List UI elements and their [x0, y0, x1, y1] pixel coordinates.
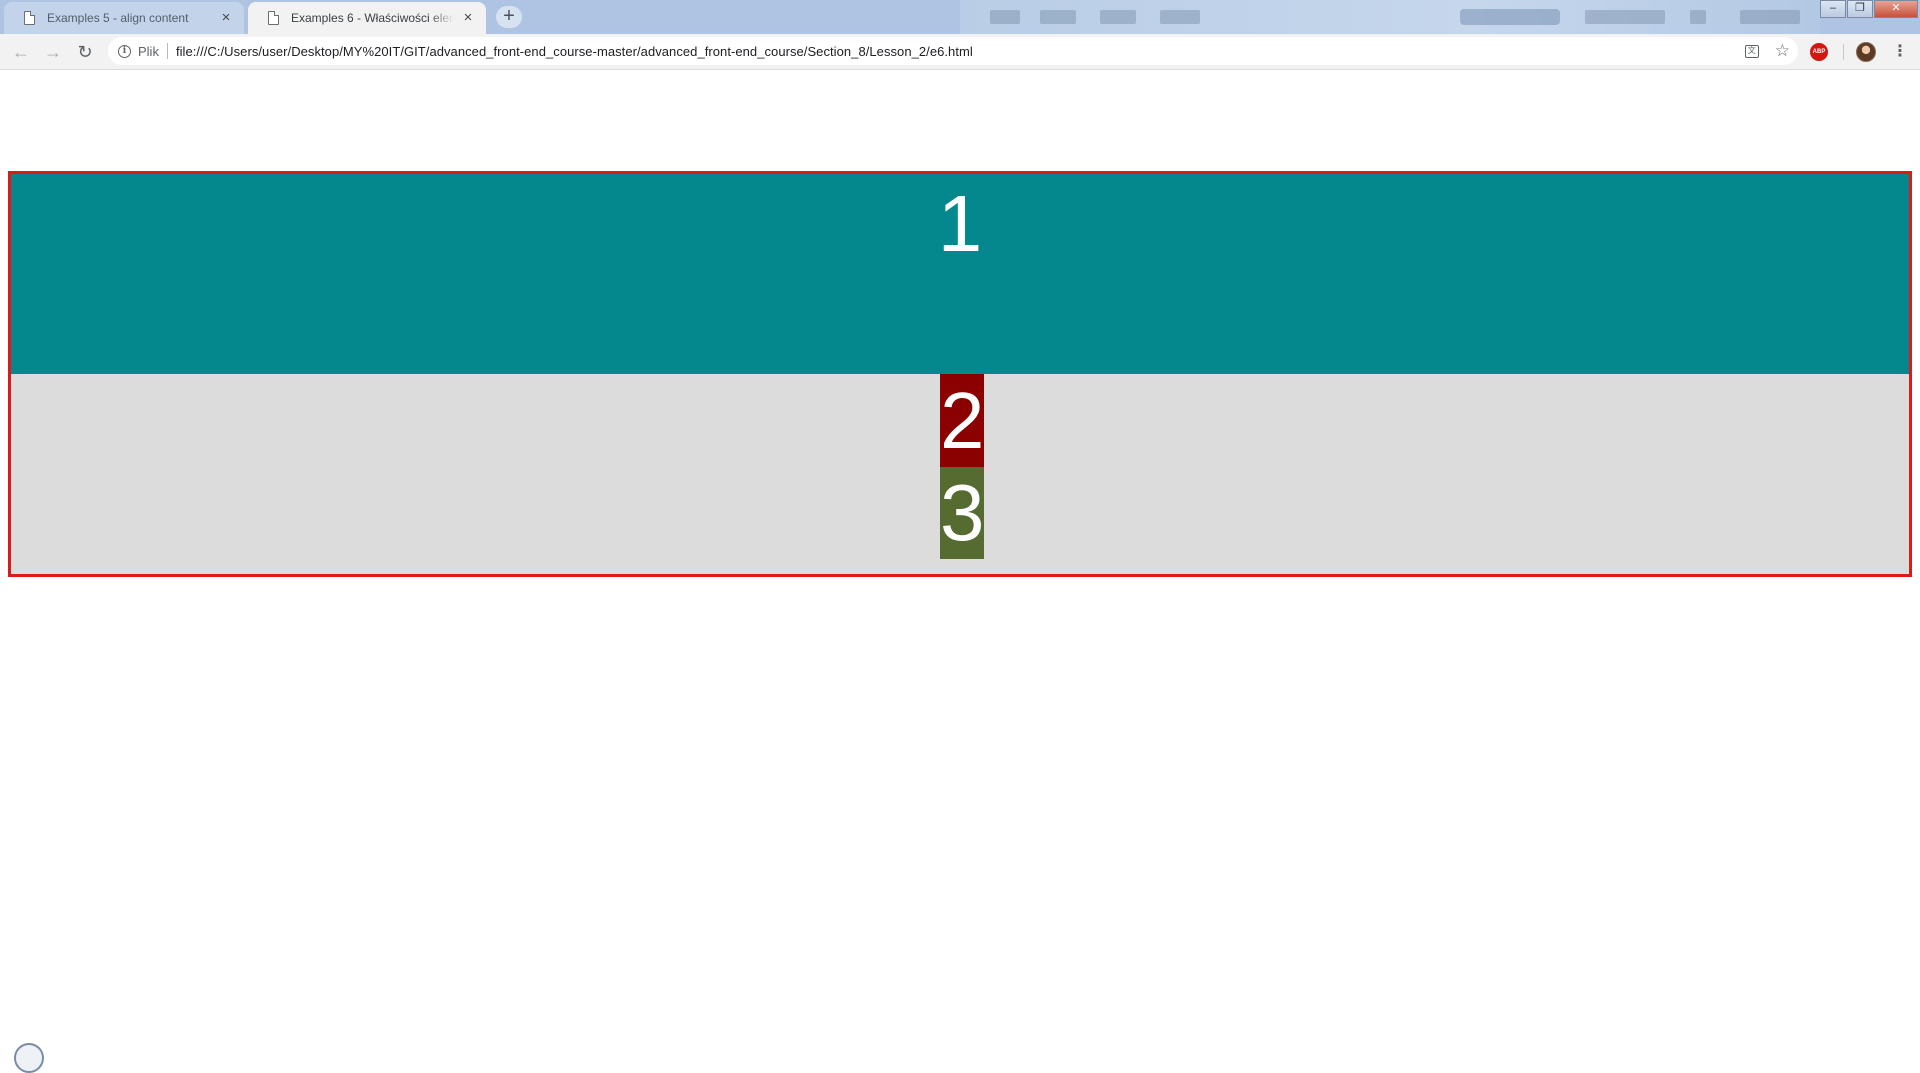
- omnibox-divider: [166, 43, 168, 59]
- flex-item-3: 3: [940, 467, 985, 559]
- flex-container: 1 2 3: [8, 171, 1912, 577]
- flex-item-label: 2: [940, 376, 985, 465]
- adblock-plus-icon[interactable]: ABP: [1810, 43, 1828, 61]
- toolbar-divider: [1843, 44, 1844, 60]
- blurred-region: [1100, 10, 1136, 24]
- url-text[interactable]: file:///C:/Users/user/Desktop/MY%20IT/GI…: [176, 44, 973, 59]
- page-viewport: 1 2 3: [0, 70, 1920, 1050]
- new-tab-button[interactable]: +: [496, 6, 522, 28]
- close-icon[interactable]: ×: [218, 10, 234, 26]
- page-icon: [268, 11, 279, 25]
- back-button[interactable]: ←: [10, 41, 32, 63]
- blurred-region: [1690, 10, 1706, 24]
- page-icon: [24, 11, 35, 25]
- bookmark-star-icon[interactable]: ☆: [1775, 37, 1790, 65]
- arrow-left-icon: ←: [12, 42, 30, 62]
- tab-examples-6[interactable]: Examples 6 - Właściwości elementów ×: [248, 2, 486, 34]
- tab-examples-5[interactable]: Examples 5 - align content ×: [4, 2, 244, 34]
- flex-item-1: 1: [11, 174, 1909, 374]
- flex-item-label: 1: [937, 179, 983, 268]
- close-window-button[interactable]: ✕: [1874, 0, 1918, 18]
- scheme-label: Plik: [138, 43, 159, 59]
- blurred-region: [1040, 10, 1076, 24]
- blurred-region: [990, 10, 1020, 24]
- forward-button[interactable]: →: [42, 41, 64, 63]
- maximize-button[interactable]: ❐: [1847, 0, 1873, 18]
- blurred-region: [1585, 10, 1665, 24]
- window-controls: – ❐ ✕: [1819, 0, 1918, 18]
- address-bar[interactable]: i Plik file:///C:/Users/user/Desktop/MY%…: [108, 37, 1798, 65]
- tab-title: Examples 5 - align content: [47, 11, 189, 25]
- omnibox-actions: 文 ☆: [1744, 37, 1790, 65]
- flex-item-label: 3: [940, 468, 985, 557]
- tab-strip: Examples 5 - align content × Examples 6 …: [0, 0, 1920, 34]
- blurred-region: [1460, 9, 1560, 25]
- reload-icon: ↻: [77, 42, 93, 62]
- flex-item-2: 2: [940, 374, 985, 467]
- blurred-region: [1160, 10, 1200, 24]
- browser-toolbar: ← → ↻ i Plik file:///C:/Users/user/Deskt…: [0, 34, 1920, 70]
- profile-avatar[interactable]: [1856, 42, 1876, 62]
- blurred-region: [1740, 10, 1800, 24]
- corner-widget-icon: [14, 1043, 44, 1073]
- more-menu-icon[interactable]: ⋮: [1892, 41, 1908, 63]
- arrow-right-icon: →: [44, 42, 62, 62]
- info-icon[interactable]: i: [118, 44, 131, 58]
- reload-button[interactable]: ↻: [74, 41, 96, 63]
- tab-title: Examples 6 - Właściwości elementów: [291, 11, 454, 25]
- minimize-button[interactable]: –: [1820, 0, 1846, 18]
- blurred-taskbar-region: [960, 0, 1820, 34]
- translate-icon[interactable]: 文: [1744, 44, 1759, 58]
- close-icon[interactable]: ×: [460, 10, 476, 26]
